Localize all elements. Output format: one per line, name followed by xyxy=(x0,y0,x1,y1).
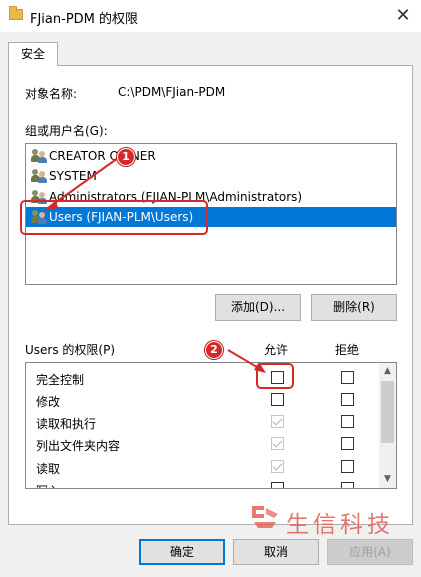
highlight-full-control-allow xyxy=(256,363,294,389)
highlight-users-row xyxy=(20,200,208,235)
tab-security[interactable]: 安全 xyxy=(8,42,58,66)
annotation-badge-2: 2 xyxy=(205,341,223,359)
annotation-overlay xyxy=(44,157,266,373)
annotation-badge-1: 1 xyxy=(117,148,135,166)
